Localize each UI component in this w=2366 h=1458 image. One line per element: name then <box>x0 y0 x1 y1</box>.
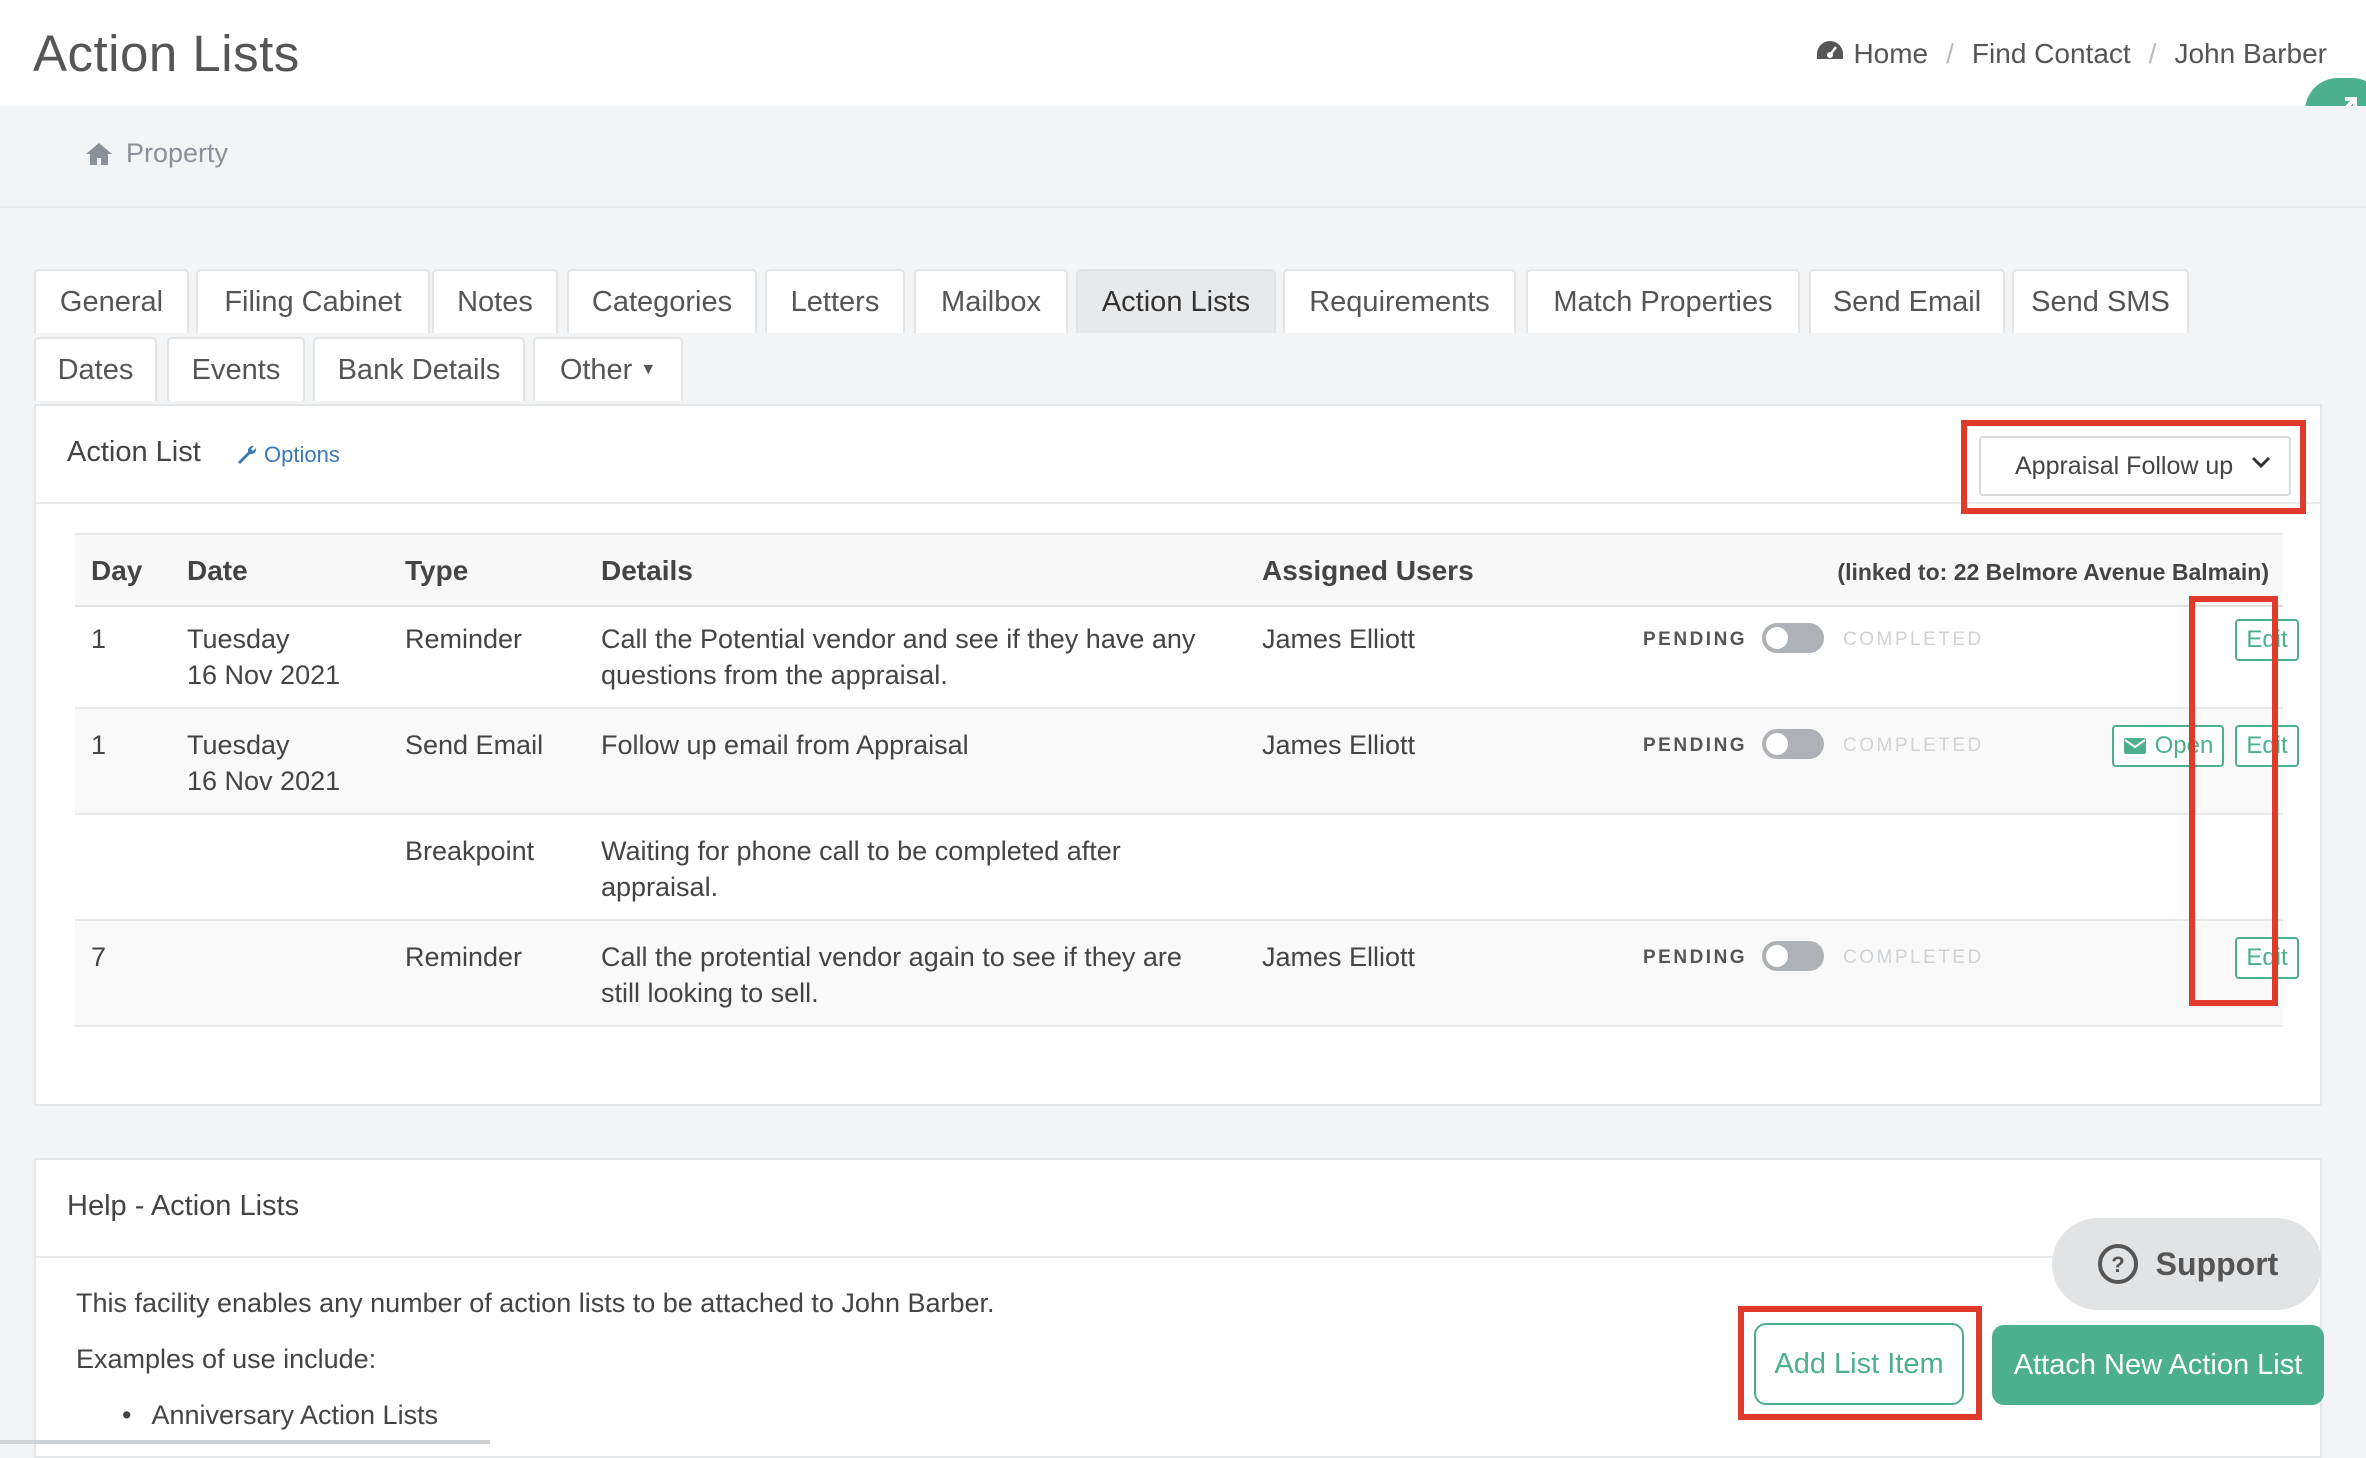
breadcrumb-separator: / <box>2148 38 2157 69</box>
table-row: 1 Tuesday 16 Nov 2021 Reminder Call the … <box>75 603 2299 709</box>
table-row: 1 Tuesday 16 Nov 2021 Send Email Follow … <box>75 709 2299 815</box>
completed-label: COMPLETED <box>1843 947 1984 968</box>
envelope-icon <box>2123 738 2146 754</box>
highlight-add-list-item <box>1738 1306 1982 1420</box>
bullet-icon: • <box>122 1400 132 1430</box>
row-assigned-user: James Elliott <box>1262 624 1416 654</box>
help-description: This facility enables any number of acti… <box>76 1288 995 1318</box>
row-assigned-user: James Elliott <box>1262 730 1416 760</box>
tab-other-label: Other <box>559 353 633 386</box>
tab-categories[interactable]: Categories <box>567 269 757 333</box>
table-row: Breakpoint Waiting for phone call to be … <box>75 815 2283 921</box>
tab-letters[interactable]: Letters <box>765 269 905 333</box>
help-title: Help - Action Lists <box>67 1190 300 1222</box>
property-label: Property <box>126 138 229 168</box>
linked-to-label: (linked to: 22 Belmore Avenue Balmain) <box>1837 559 2269 585</box>
row-assigned-user: James Elliott <box>1262 942 1416 972</box>
row-type: Send Email <box>405 730 544 760</box>
panel-title: Action List <box>67 436 201 468</box>
row-details: Waiting for phone call to be completed a… <box>601 836 1121 866</box>
highlight-select <box>1961 420 2306 514</box>
row-details: Call the Potential vendor and see if the… <box>601 624 1196 654</box>
dashboard-icon <box>1815 38 1845 70</box>
options-label: Options <box>264 442 340 467</box>
pending-label: PENDING <box>1643 629 1748 650</box>
status-toggle[interactable] <box>1762 941 1824 971</box>
row-details: Call the protential vendor again to see … <box>601 942 1182 972</box>
caret-down-icon: ▼ <box>640 361 657 378</box>
tab-match-properties[interactable]: Match Properties <box>1526 269 1800 333</box>
wrench-icon <box>238 445 257 464</box>
tab-mailbox[interactable]: Mailbox <box>914 269 1068 333</box>
divider <box>36 1256 2320 1258</box>
property-link[interactable]: Property <box>84 138 228 169</box>
sub-navigation <box>0 106 2366 208</box>
pending-label: PENDING <box>1643 735 1748 756</box>
tab-send-sms[interactable]: Send SMS <box>2012 269 2189 333</box>
breadcrumb: Home / Find Contact / John Barber <box>1815 38 2327 70</box>
tab-filing-cabinet[interactable]: Filing Cabinet <box>196 269 430 333</box>
row-day: 1 <box>91 730 107 760</box>
completed-label: COMPLETED <box>1843 735 1984 756</box>
help-bullet: • Anniversary Action Lists <box>122 1400 438 1431</box>
row-type: Reminder <box>405 624 523 654</box>
status-toggle[interactable] <box>1762 623 1824 653</box>
row-details-cont: appraisal. <box>601 872 719 902</box>
support-label: Support <box>2155 1245 2279 1282</box>
row-date-day: Tuesday <box>187 730 290 760</box>
scrollbar-track <box>0 1440 490 1444</box>
row-details-cont: still looking to sell. <box>601 978 819 1008</box>
col-details: Details <box>601 555 693 586</box>
table-header: Day Date Type Details Assigned Users (li… <box>75 533 2283 607</box>
col-date: Date <box>187 555 248 586</box>
row-details: Follow up email from Appraisal <box>601 730 969 760</box>
support-button[interactable]: ? Support <box>2052 1218 2322 1310</box>
tab-other[interactable]: Other ▼ <box>533 337 683 401</box>
col-type: Type <box>405 555 469 586</box>
svg-text:?: ? <box>2111 1252 2124 1277</box>
page-title: Action Lists <box>33 25 300 82</box>
completed-label: COMPLETED <box>1843 629 1984 650</box>
tab-events[interactable]: Events <box>167 337 305 401</box>
question-circle-icon: ? <box>2097 1244 2138 1284</box>
breadcrumb-home[interactable]: Home <box>1853 38 1928 70</box>
tab-send-email[interactable]: Send Email <box>1809 269 2005 333</box>
help-bullet-text: Anniversary Action Lists <box>151 1400 439 1430</box>
tab-requirements[interactable]: Requirements <box>1283 269 1516 333</box>
home-icon <box>86 142 112 165</box>
table-row: 7 Reminder Call the protential vendor ag… <box>75 921 2299 1027</box>
breadcrumb-find-contact[interactable]: Find Contact <box>1972 38 2131 70</box>
row-date-day: Tuesday <box>187 624 290 654</box>
tab-notes[interactable]: Notes <box>432 269 558 333</box>
attach-new-action-list-button[interactable]: Attach New Action List <box>1992 1325 2324 1405</box>
help-examples-heading: Examples of use include: <box>76 1344 377 1374</box>
tab-dates[interactable]: Dates <box>34 337 157 401</box>
row-details-cont: questions from the appraisal. <box>601 660 948 690</box>
breadcrumb-separator: / <box>1946 38 1954 69</box>
row-day: 7 <box>91 942 107 972</box>
row-date: 16 Nov 2021 <box>187 766 341 796</box>
breadcrumb-current: John Barber <box>2174 38 2327 69</box>
row-type: Reminder <box>405 942 523 972</box>
pending-label: PENDING <box>1643 947 1748 968</box>
highlight-edit-buttons <box>2189 596 2278 1006</box>
row-day: 1 <box>91 624 107 654</box>
tab-action-lists[interactable]: Action Lists <box>1076 269 1276 333</box>
row-type: Breakpoint <box>405 836 535 866</box>
tab-bank-details[interactable]: Bank Details <box>313 337 525 401</box>
col-assigned-users: Assigned Users <box>1262 555 1474 586</box>
tab-general[interactable]: General <box>34 269 189 333</box>
options-link[interactable]: Options <box>236 442 340 468</box>
status-toggle[interactable] <box>1762 729 1824 759</box>
row-date: 16 Nov 2021 <box>187 660 341 690</box>
col-day: Day <box>91 555 143 586</box>
